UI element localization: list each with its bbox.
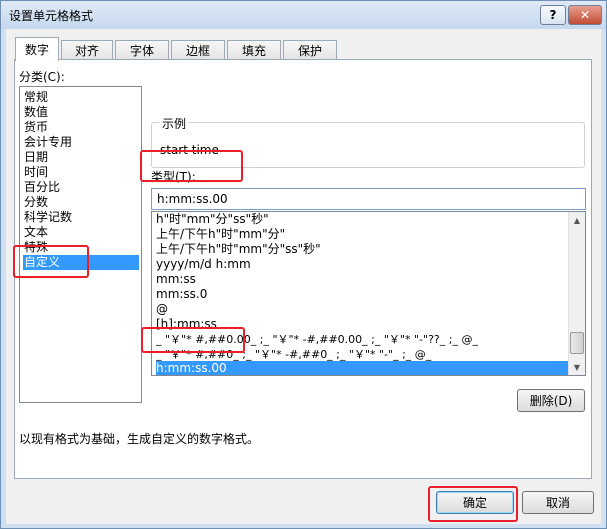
highlight-type-input <box>140 150 243 182</box>
category-item-general[interactable]: 常规 <box>23 90 139 105</box>
tab-alignment[interactable]: 对齐 <box>61 40 113 60</box>
question-mark-icon: ? <box>549 8 557 22</box>
close-icon: ✕ <box>579 8 591 22</box>
tab-number[interactable]: 数字 <box>15 37 59 61</box>
tab-fill[interactable]: 填充 <box>227 40 281 60</box>
format-list-item[interactable]: h"时"mm"分"ss"秒" <box>156 212 576 227</box>
description-text: 以现有格式为基础，生成自定义的数字格式。 <box>19 432 260 446</box>
category-item-accounting[interactable]: 会计专用 <box>23 135 139 150</box>
format-list-item[interactable]: yyyy/m/d h:mm <box>156 257 576 272</box>
category-item-fraction[interactable]: 分数 <box>23 195 139 210</box>
format-list-item[interactable]: mm:ss <box>156 272 576 287</box>
help-button[interactable]: ? <box>540 5 566 25</box>
dialog-body: 数字 对齐 字体 边框 填充 保护 分类(C): 常规 数值 货币 会计专用 日… <box>6 29 601 524</box>
highlight-custom-category <box>13 245 89 278</box>
category-item-scientific[interactable]: 科学记数 <box>23 210 139 225</box>
category-item-percentage[interactable]: 百分比 <box>23 180 139 195</box>
format-list-item[interactable]: 上午/下午h"时"mm"分"ss"秒" <box>156 242 576 257</box>
format-list-item[interactable]: mm:ss.0 <box>156 287 576 302</box>
category-item-time[interactable]: 时间 <box>23 165 139 180</box>
tab-protection[interactable]: 保护 <box>283 40 337 60</box>
highlight-selected-format <box>141 327 245 353</box>
scroll-thumb[interactable] <box>570 332 584 354</box>
highlight-ok-button <box>428 486 518 522</box>
tab-border[interactable]: 边框 <box>171 40 225 60</box>
type-input[interactable]: h:mm:ss.00 <box>151 188 586 210</box>
format-list-item[interactable]: @ <box>156 302 576 317</box>
category-item-date[interactable]: 日期 <box>23 150 139 165</box>
cancel-button[interactable]: 取消 <box>522 491 594 514</box>
category-label: 分类(C): <box>19 70 65 84</box>
delete-button[interactable]: 删除(D) <box>517 389 585 412</box>
format-list-item[interactable]: 上午/下午h"时"mm"分" <box>156 227 576 242</box>
format-list-item-selected[interactable]: h:mm:ss.00 <box>156 361 568 375</box>
title-bar: 设置单元格格式 ? ✕ <box>1 1 606 29</box>
category-item-currency[interactable]: 货币 <box>23 120 139 135</box>
number-tab-panel: 分类(C): 常规 数值 货币 会计专用 日期 时间 百分比 分数 科学记数 文… <box>14 59 592 479</box>
scroll-down-arrow-icon[interactable]: ▼ <box>569 359 585 375</box>
tab-font[interactable]: 字体 <box>115 40 169 60</box>
category-item-text[interactable]: 文本 <box>23 225 139 240</box>
sample-legend: 示例 <box>160 115 189 132</box>
close-button[interactable]: ✕ <box>568 5 602 25</box>
window-title: 设置单元格格式 <box>9 9 94 23</box>
format-cells-dialog: 设置单元格格式 ? ✕ 数字 对齐 字体 边框 填充 保护 分类(C): 常规 … <box>0 0 607 529</box>
scroll-up-arrow-icon[interactable]: ▲ <box>569 212 585 228</box>
format-list-scrollbar[interactable]: ▲ ▼ <box>568 212 585 375</box>
category-item-number[interactable]: 数值 <box>23 105 139 120</box>
